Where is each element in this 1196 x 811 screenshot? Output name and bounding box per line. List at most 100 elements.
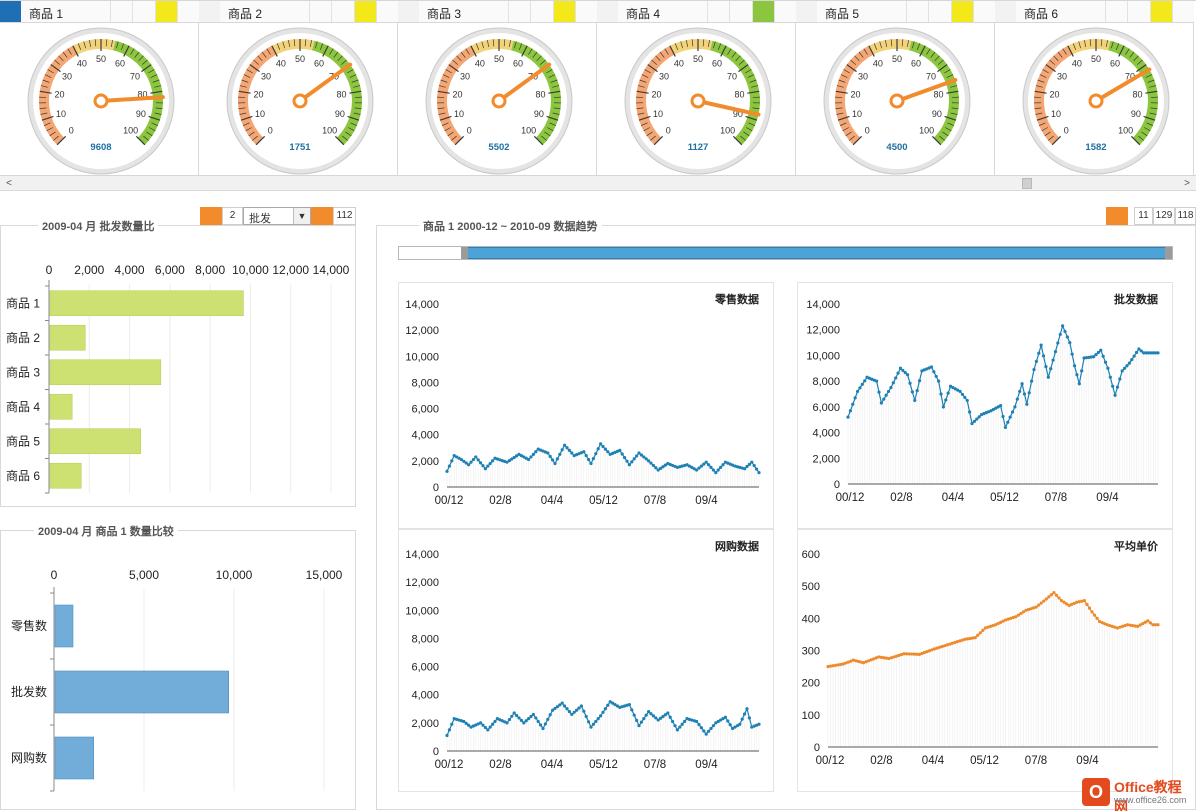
data-point[interactable]	[929, 365, 934, 369]
data-point[interactable]	[507, 717, 511, 722]
data-point[interactable]	[565, 707, 569, 711]
bar[interactable]	[49, 359, 162, 386]
data-point[interactable]	[632, 713, 636, 717]
bar[interactable]	[54, 736, 95, 780]
data-point[interactable]	[699, 726, 703, 730]
range-handle-left[interactable]	[461, 247, 468, 259]
gauge-select-box[interactable]	[398, 1, 419, 22]
data-point[interactable]	[584, 714, 588, 719]
data-point[interactable]	[649, 712, 653, 716]
data-point[interactable]	[879, 401, 883, 405]
data-point[interactable]	[558, 452, 562, 456]
data-point[interactable]	[623, 455, 627, 460]
data-point[interactable]	[527, 457, 531, 462]
scroll-thumb[interactable]	[1022, 178, 1032, 189]
data-point[interactable]	[1087, 606, 1092, 610]
data-point[interactable]	[1030, 379, 1034, 383]
data-point[interactable]	[944, 398, 948, 402]
data-point[interactable]	[567, 710, 571, 714]
data-point[interactable]	[575, 708, 579, 712]
data-point[interactable]	[747, 716, 751, 720]
data-point[interactable]	[1022, 392, 1027, 396]
data-point[interactable]	[1044, 597, 1048, 601]
data-point[interactable]	[654, 466, 658, 470]
data-point[interactable]	[565, 446, 569, 450]
data-point[interactable]	[1037, 351, 1041, 355]
data-point[interactable]	[1053, 349, 1058, 354]
date-range-slider[interactable]	[398, 246, 1173, 260]
data-point[interactable]	[1046, 375, 1050, 379]
data-point[interactable]	[606, 450, 610, 454]
data-point[interactable]	[531, 452, 535, 456]
data-point[interactable]	[863, 379, 867, 383]
data-point[interactable]	[1077, 382, 1081, 386]
data-point[interactable]	[529, 455, 533, 459]
data-point[interactable]	[709, 465, 713, 469]
data-point[interactable]	[937, 379, 941, 383]
data-point[interactable]	[1115, 385, 1120, 389]
data-point[interactable]	[1058, 332, 1062, 337]
data-point[interactable]	[488, 461, 492, 466]
data-point[interactable]	[594, 452, 598, 456]
data-point[interactable]	[476, 458, 480, 462]
data-point[interactable]	[469, 460, 473, 464]
data-point[interactable]	[1080, 369, 1084, 373]
bar[interactable]	[49, 393, 73, 420]
data-point[interactable]	[522, 721, 526, 725]
data-point[interactable]	[445, 469, 449, 473]
data-point[interactable]	[752, 464, 756, 468]
gauge-select-box[interactable]	[796, 1, 817, 22]
data-point[interactable]	[589, 725, 593, 729]
gauge-header[interactable]: 商品 5	[796, 1, 995, 23]
bar[interactable]	[54, 670, 229, 714]
data-point[interactable]	[483, 725, 487, 730]
data-point[interactable]	[1027, 391, 1031, 395]
data-point[interactable]	[601, 710, 605, 714]
data-point[interactable]	[642, 717, 646, 721]
data-point[interactable]	[1063, 329, 1067, 334]
data-point[interactable]	[625, 459, 629, 463]
data-point[interactable]	[570, 451, 574, 455]
data-point[interactable]	[1039, 601, 1043, 605]
gauge-header[interactable]: 商品 3	[398, 1, 597, 23]
gauge-header[interactable]: 商品 1	[0, 1, 199, 23]
data-point[interactable]	[529, 714, 533, 719]
data-point[interactable]	[858, 386, 862, 390]
counter-box[interactable]: 2	[222, 207, 243, 225]
data-point[interactable]	[965, 398, 969, 403]
data-point[interactable]	[963, 395, 967, 400]
data-point[interactable]	[551, 458, 555, 462]
data-point[interactable]	[651, 463, 655, 468]
data-point[interactable]	[719, 465, 723, 469]
data-point[interactable]	[999, 403, 1003, 408]
data-point[interactable]	[894, 376, 898, 380]
data-point[interactable]	[589, 461, 593, 466]
data-point[interactable]	[555, 457, 559, 461]
data-point[interactable]	[541, 726, 545, 731]
gauge-select-box[interactable]	[995, 1, 1016, 22]
gauge-header[interactable]: 商品 2	[199, 1, 398, 23]
data-point[interactable]	[1041, 354, 1046, 358]
data-point[interactable]	[939, 392, 943, 396]
data-point[interactable]	[882, 397, 886, 401]
data-point[interactable]	[467, 463, 471, 467]
data-point[interactable]	[666, 711, 670, 715]
data-point[interactable]	[512, 711, 516, 715]
data-point[interactable]	[1052, 591, 1056, 595]
data-point[interactable]	[582, 450, 586, 454]
data-point[interactable]	[479, 721, 483, 725]
data-point[interactable]	[587, 457, 591, 462]
data-point[interactable]	[1018, 389, 1022, 394]
data-point[interactable]	[726, 719, 730, 723]
gauge-panel[interactable]: 商品 301020304050607080901005502	[398, 1, 597, 177]
data-point[interactable]	[1061, 324, 1065, 328]
bar[interactable]	[49, 428, 141, 455]
data-point[interactable]	[884, 393, 888, 397]
gauge-panel[interactable]: 商品 201020304050607080901001751	[199, 1, 398, 177]
data-point[interactable]	[697, 723, 701, 727]
data-point[interactable]	[711, 468, 715, 472]
data-point[interactable]	[654, 716, 658, 720]
data-point[interactable]	[491, 459, 495, 463]
data-point[interactable]	[743, 712, 747, 716]
data-point[interactable]	[1130, 358, 1134, 362]
